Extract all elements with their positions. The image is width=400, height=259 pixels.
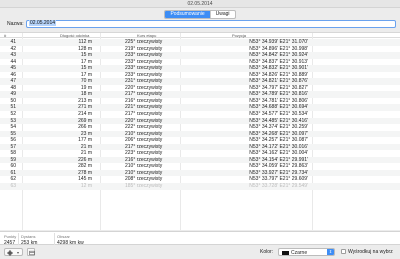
column-header-course[interactable]: Kurs etapu xyxy=(137,33,156,38)
color-swatch xyxy=(282,250,289,255)
table-body: 41 112 m 225° rzeczywisty N53° 34.939' E21°… xyxy=(0,39,400,190)
color-select-value: Czarne xyxy=(291,250,308,256)
name-input[interactable]: 02.05.2014 xyxy=(26,20,396,28)
name-row: Nazwa: 02.05.2014 xyxy=(0,20,400,29)
stat-label-points: Punkty xyxy=(4,234,17,239)
gear-menu-button[interactable]: ▾ xyxy=(4,248,23,256)
color-select[interactable]: Czarne ⇕ xyxy=(278,248,335,256)
stat-label-distance: Dystans xyxy=(21,234,36,239)
name-input-value: 02.05.2014 xyxy=(29,20,57,26)
color-label: Kolor: xyxy=(260,249,274,255)
tab-podsumowanie[interactable]: Podsumowanie xyxy=(165,11,210,18)
bottom-toolbar: ▾ Kolor: Czarne ⇕ Wyśrodkuj na wybrz xyxy=(0,245,400,259)
stat-divider xyxy=(18,233,19,245)
row-course: 185° rzeczywisty xyxy=(125,183,163,190)
table-row[interactable]: 63 12 m 185° rzeczywisty N53° 33.728' E21° … xyxy=(0,183,400,190)
stats-panel: Punkty 2457 Dystans 253 km Obszar 4298 k… xyxy=(0,231,400,246)
title-bar: 02.05.2014 xyxy=(0,0,400,8)
segmented-control: Podsumowanie Uwagi xyxy=(164,10,236,19)
center-checkbox[interactable] xyxy=(341,249,346,254)
row-length: 12 m xyxy=(80,183,92,190)
gear-icon xyxy=(7,250,13,256)
column-header-length[interactable]: Długość odcinka xyxy=(60,33,89,38)
chevron-down-icon: ▾ xyxy=(17,250,20,255)
window-title: 02.05.2014 xyxy=(187,1,213,7)
column-header-number[interactable]: # xyxy=(4,33,6,38)
app-window: 02.05.2014 Podsumowanie Uwagi Nazwa: 02.… xyxy=(0,0,400,259)
center-checkbox-label: Wyśrodkuj na wybrz xyxy=(348,249,393,255)
route-table[interactable]: # Długość odcinka Kurs etapu Pozycja 41 1… xyxy=(0,32,400,230)
tab-bar: Podsumowanie Uwagi xyxy=(0,10,400,19)
row-number: 63 xyxy=(10,183,16,190)
table-header: # Długość odcinka Kurs etapu Pozycja xyxy=(0,33,400,38)
row-position: N53° 33.728' E21° 29.549' xyxy=(249,183,308,190)
column-header-position[interactable]: Pozycja xyxy=(232,33,246,38)
toggle-view-button[interactable] xyxy=(27,248,35,256)
stat-label-area: Obszar xyxy=(57,234,70,239)
name-label: Nazwa: xyxy=(7,21,24,27)
stat-divider xyxy=(54,233,55,245)
select-arrows-icon: ⇕ xyxy=(327,249,334,255)
panel-icon xyxy=(28,250,35,255)
tab-uwagi[interactable]: Uwagi xyxy=(209,11,235,18)
